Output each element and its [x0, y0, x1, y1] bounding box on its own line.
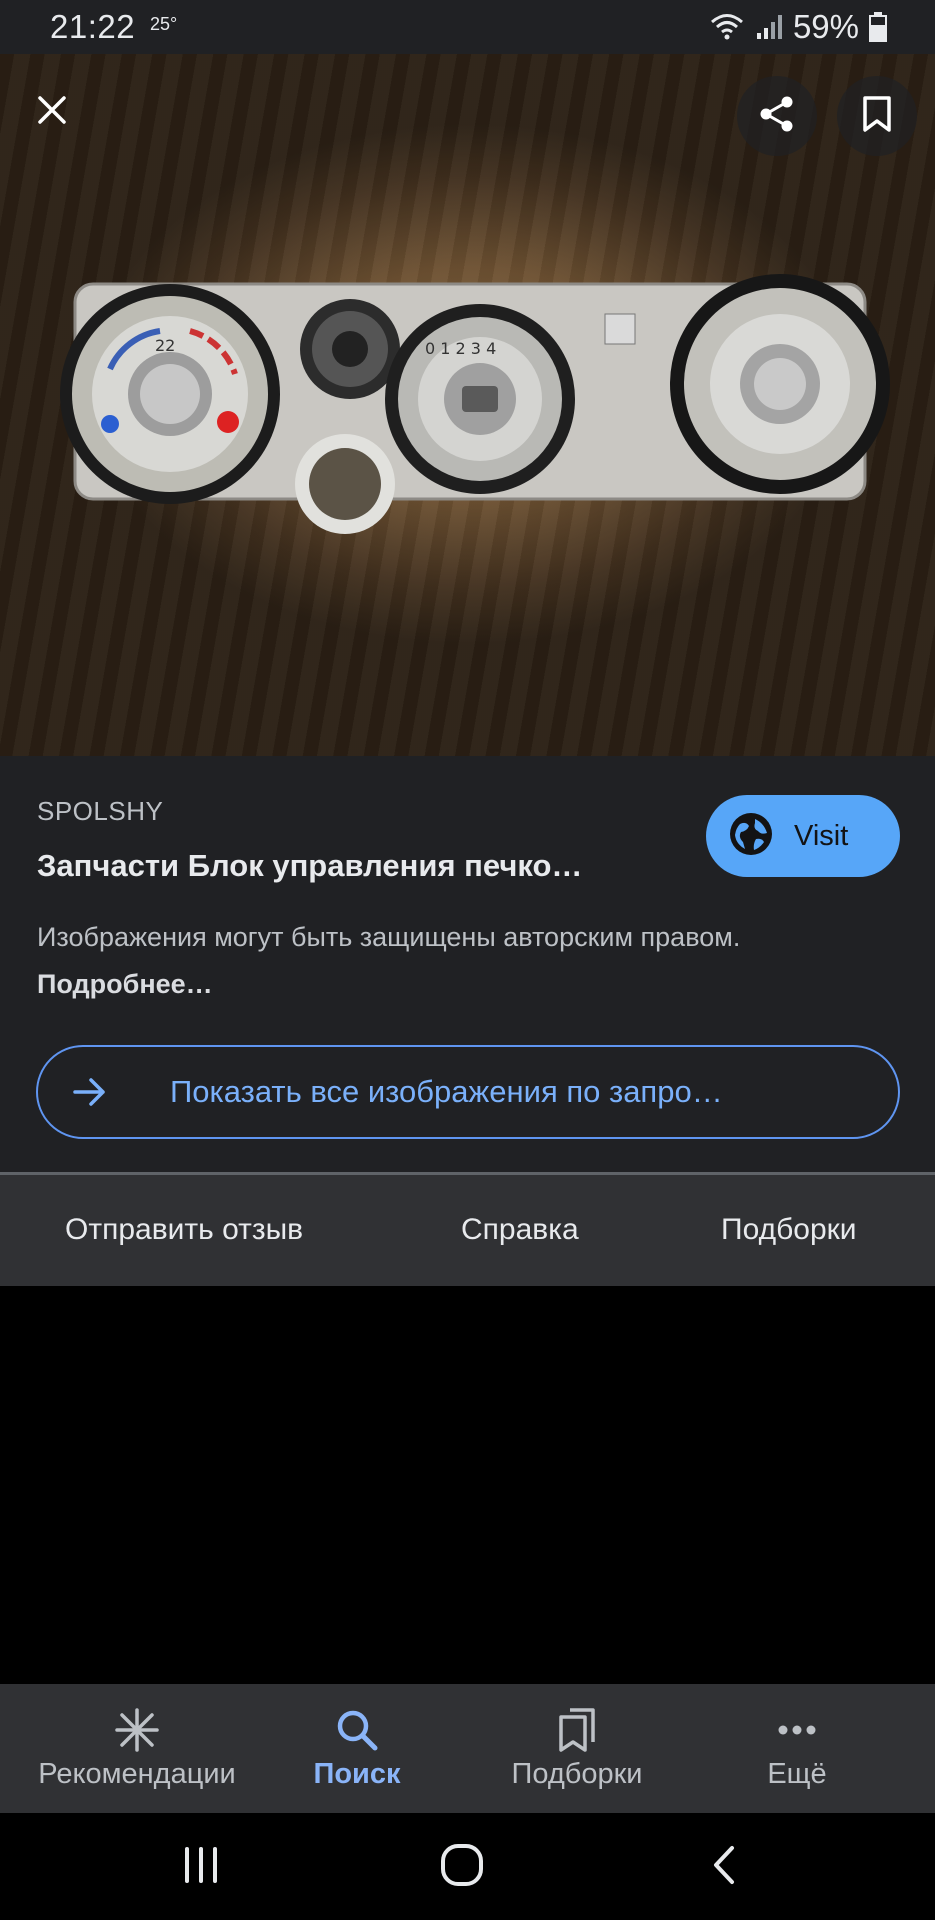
- nav-recommendations[interactable]: Рекомендации: [27, 1684, 247, 1813]
- footer-links: Отправить отзыв Справка Подборки: [0, 1175, 935, 1286]
- result-title[interactable]: Запчасти Блок управления печко…: [37, 848, 582, 884]
- product-photo: 22 0 1 2 3 4: [60, 274, 890, 534]
- nav-search[interactable]: Поиск: [247, 1684, 467, 1813]
- visit-label: Visit: [794, 819, 849, 852]
- source-domain: SPOLSHY: [37, 796, 164, 826]
- wifi-icon: [709, 12, 745, 42]
- collections-link[interactable]: Подборки: [721, 1213, 857, 1247]
- close-icon: [37, 95, 67, 130]
- status-temperature: 25°: [150, 14, 178, 34]
- asterisk-icon: [114, 1706, 160, 1754]
- back-button[interactable]: [694, 1837, 754, 1897]
- recent-apps-icon: [181, 1846, 221, 1888]
- copyright-text: Изображения могут быть защищены авторски…: [37, 922, 741, 952]
- nav-more[interactable]: Ещё: [687, 1684, 907, 1813]
- nav-label: Ещё: [767, 1758, 827, 1790]
- learn-more-link[interactable]: Подробнее…: [37, 969, 213, 999]
- show-all-images-label: Показать все изображения по запро…: [170, 1074, 723, 1109]
- status-time: 21:22: [50, 8, 136, 45]
- arrow-right-icon: [72, 1072, 112, 1112]
- result-info-panel: SPOLSHY Запчасти Блок управления печко… …: [0, 756, 935, 1172]
- share-icon: [757, 94, 797, 139]
- home-icon: [440, 1843, 484, 1892]
- visit-button[interactable]: Visit: [706, 795, 900, 877]
- nav-label: Рекомендации: [38, 1758, 236, 1790]
- bookmark-button[interactable]: [837, 76, 917, 156]
- close-button[interactable]: [28, 88, 76, 136]
- battery-icon: [869, 12, 887, 42]
- globe-icon: [728, 811, 774, 862]
- send-feedback-link[interactable]: Отправить отзыв: [65, 1213, 303, 1247]
- search-icon: [335, 1706, 379, 1754]
- bookmark-icon: [860, 95, 894, 138]
- svg-text:22: 22: [155, 336, 175, 355]
- nav-label: Подборки: [511, 1758, 643, 1790]
- home-button[interactable]: [432, 1837, 492, 1897]
- nav-collections[interactable]: Подборки: [467, 1684, 687, 1813]
- signal-icon: [755, 13, 783, 41]
- help-link[interactable]: Справка: [461, 1213, 579, 1247]
- nav-label: Поиск: [313, 1758, 401, 1790]
- image-viewer[interactable]: 22 0 1 2 3 4: [0, 54, 935, 756]
- share-button[interactable]: [737, 76, 817, 156]
- svg-text:0 1 2 3 4: 0 1 2 3 4: [425, 339, 496, 358]
- battery-percent: 59%: [792, 8, 859, 45]
- recent-apps-button[interactable]: [171, 1837, 231, 1897]
- back-icon: [710, 1845, 738, 1890]
- status-bar: 21:22 25° 59%: [0, 0, 935, 54]
- copyright-notice: Изображения могут быть защищены авторски…: [37, 914, 757, 1008]
- more-icon: [777, 1706, 817, 1754]
- status-indicators: 59%: [709, 8, 887, 46]
- collections-icon: [556, 1706, 598, 1754]
- system-navigation-bar: [0, 1813, 935, 1920]
- empty-area: [0, 1286, 935, 1684]
- show-all-images-button[interactable]: Показать все изображения по запро…: [36, 1045, 900, 1139]
- bottom-navigation: Рекомендации Поиск Подборки Ещё: [0, 1684, 935, 1813]
